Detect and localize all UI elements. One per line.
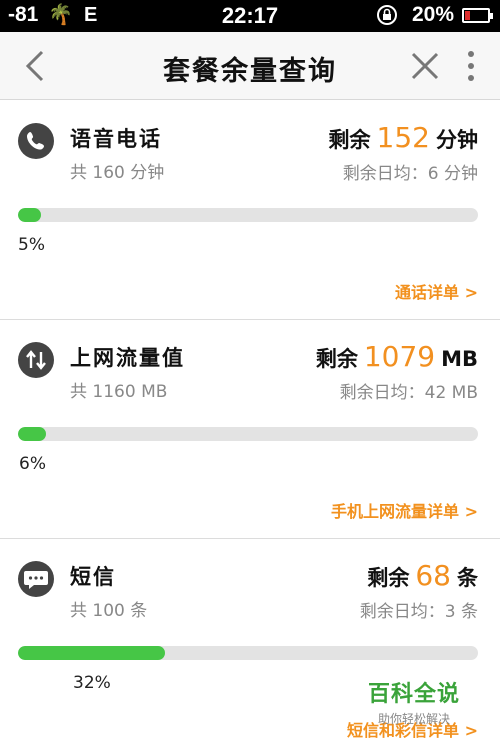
data-transfer-icon bbox=[18, 342, 54, 378]
usage-percent: 6% bbox=[19, 454, 46, 474]
daily-average: 剩余日均：42 MB bbox=[339, 383, 478, 403]
call-detail-link[interactable]: 通话详单 > bbox=[395, 279, 478, 303]
rotation-lock-icon bbox=[377, 5, 397, 25]
remaining-label: 剩余 bbox=[328, 128, 371, 152]
remaining-amount: 剩余 68 条 bbox=[367, 559, 478, 592]
data-card: 上网流量值 共 1160 MB 剩余 1079 MB 剩余日均：42 MB 6% 手… bbox=[0, 320, 500, 539]
title-bar: 套餐余量查询 bbox=[0, 32, 500, 100]
remaining-unit: MB bbox=[441, 347, 478, 371]
package-total: 共 160 分钟 bbox=[70, 163, 165, 183]
status-bar: -81 🌴 E 22:17 20% bbox=[0, 0, 500, 32]
remaining-amount: 剩余 152 分钟 bbox=[329, 121, 478, 154]
remaining-value: 1079 bbox=[363, 340, 436, 373]
package-name: 语音电话 bbox=[70, 126, 162, 151]
close-icon[interactable] bbox=[405, 46, 445, 86]
message-icon bbox=[18, 561, 54, 597]
package-total: 共 1160 MB bbox=[70, 382, 168, 402]
remaining-unit: 分钟 bbox=[436, 128, 478, 152]
usage-progress-fill bbox=[18, 208, 41, 222]
package-name: 短信 bbox=[70, 564, 116, 589]
usage-percent: 32% bbox=[73, 673, 111, 693]
remaining-unit: 条 bbox=[457, 566, 478, 590]
battery-icon bbox=[462, 8, 493, 23]
watermark: 百科全说 助你轻松解决 bbox=[368, 676, 460, 727]
usage-progress-fill bbox=[18, 427, 46, 441]
usage-progress-bar bbox=[18, 646, 478, 660]
usage-progress-fill bbox=[18, 646, 165, 660]
more-vertical-icon[interactable] bbox=[464, 48, 478, 84]
package-name: 上网流量值 bbox=[70, 345, 185, 370]
daily-average: 剩余日均：6 分钟 bbox=[342, 164, 478, 184]
battery-percent: 20% bbox=[412, 3, 455, 26]
usage-percent: 5% bbox=[18, 235, 45, 255]
data-detail-link[interactable]: 手机上网流量详单 > bbox=[331, 498, 478, 522]
watermark-subtitle: 助你轻松解决 bbox=[378, 712, 451, 726]
remaining-label: 剩余 bbox=[367, 566, 410, 590]
remaining-label: 剩余 bbox=[315, 347, 358, 371]
daily-average: 剩余日均：3 条 bbox=[359, 602, 478, 622]
remaining-value: 152 bbox=[376, 121, 430, 154]
remaining-amount: 剩余 1079 MB bbox=[316, 340, 478, 373]
watermark-title: 百科全说 bbox=[368, 682, 461, 707]
usage-progress-bar bbox=[18, 208, 478, 222]
usage-progress-bar bbox=[18, 427, 478, 441]
remaining-value: 68 bbox=[415, 559, 451, 592]
phone-icon bbox=[18, 123, 54, 159]
voice-card: 语音电话 共 160 分钟 剩余 152 分钟 剩余日均：6 分钟 5% 通话详单 … bbox=[0, 101, 500, 320]
package-total: 共 100 条 bbox=[70, 601, 148, 621]
